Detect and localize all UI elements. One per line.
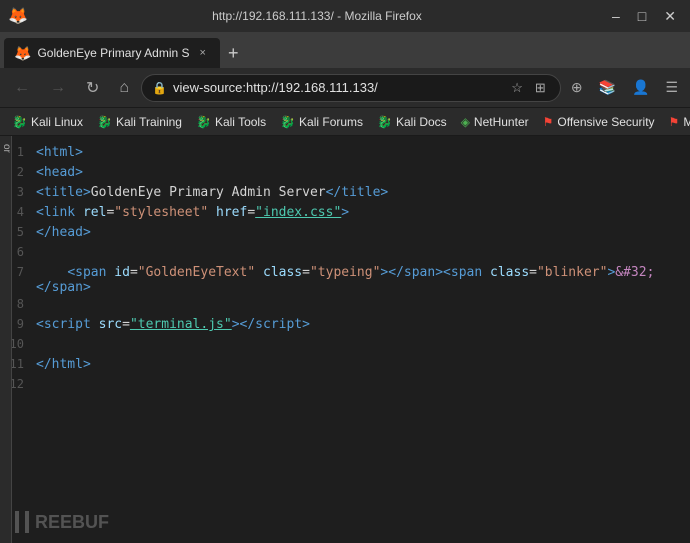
navbar: ← → ↻ ⌂ 🔒 view-source:http://192.168.111…: [0, 68, 690, 108]
source-line: 7 <span id="GoldenEyeText" class="typein…: [0, 264, 690, 296]
nethunter-icon: ◈: [461, 115, 470, 129]
kali-tools-icon: 🐉: [196, 115, 211, 129]
line-content: </html>: [36, 357, 690, 372]
active-tab[interactable]: 🦊 GoldenEye Primary Admin S ×: [4, 38, 220, 68]
freebuf-logo-text: REEBUF: [35, 512, 109, 533]
bookmark-kali-forums[interactable]: 🐉 Kali Forums: [274, 113, 369, 131]
bookmark-offensive-security-label: Offensive Security: [557, 115, 654, 129]
bookmark-msfu-label: MSFU: [683, 115, 690, 129]
close-button[interactable]: ✕: [658, 6, 682, 27]
url-text: view-source:http://192.168.111.133/: [173, 80, 501, 95]
source-line: 9<script src="terminal.js"></script>: [0, 316, 690, 336]
refresh-button[interactable]: ↻: [78, 74, 107, 102]
bookmark-kali-linux-label: Kali Linux: [31, 115, 83, 129]
kali-forums-icon: 🐉: [280, 115, 295, 129]
tabbar: 🦊 GoldenEye Primary Admin S × +: [0, 32, 690, 68]
source-line: 2<head>: [0, 164, 690, 184]
source-line: 3<title>GoldenEye Primary Admin Server</…: [0, 184, 690, 204]
offensive-security-icon: ⚑: [543, 115, 554, 129]
maximize-button[interactable]: □: [632, 6, 652, 26]
source-line: 6: [0, 244, 690, 264]
forward-button[interactable]: →: [42, 75, 74, 101]
kali-docs-icon: 🐉: [377, 115, 392, 129]
lock-icon: 🔒: [152, 81, 167, 95]
firefox-icon: 🦊: [8, 6, 28, 26]
source-line: 8: [0, 296, 690, 316]
nav-right-buttons: ⊕ 📚 👤 ☰: [565, 75, 684, 100]
source-line: 1<html>: [0, 144, 690, 164]
bookmark-kali-training-label: Kali Training: [116, 115, 182, 129]
back-button[interactable]: ←: [6, 75, 38, 101]
url-actions: ☆ ⊞: [507, 78, 550, 98]
bookmark-kali-docs[interactable]: 🐉 Kali Docs: [371, 113, 453, 131]
titlebar: 🦊 http://192.168.111.133/ - Mozilla Fire…: [0, 0, 690, 32]
bookmark-kali-training[interactable]: 🐉 Kali Training: [91, 113, 188, 131]
tab-close-button[interactable]: ×: [196, 45, 210, 61]
window-controls[interactable]: – □ ✕: [606, 6, 682, 27]
freebuf-bar: [15, 511, 19, 533]
source-line: 10: [0, 336, 690, 356]
bookmarks-bar: 🐉 Kali Linux 🐉 Kali Training 🐉 Kali Tool…: [0, 108, 690, 136]
minimize-button[interactable]: –: [606, 6, 626, 26]
bookmark-kali-tools-label: Kali Tools: [215, 115, 266, 129]
bookmark-kali-docs-label: Kali Docs: [396, 115, 447, 129]
home-button[interactable]: ⌂: [111, 75, 137, 101]
line-content: <head>: [36, 165, 690, 180]
source-line: 12: [0, 376, 690, 396]
kali-linux-icon: 🐉: [12, 115, 27, 129]
bookmark-kali-linux[interactable]: 🐉 Kali Linux: [6, 113, 89, 131]
window-title: http://192.168.111.133/ - Mozilla Firefo…: [28, 9, 606, 23]
msfu-icon: ⚑: [669, 115, 680, 129]
reader-view-icon[interactable]: ⊞: [531, 78, 550, 98]
line-content: <html>: [36, 145, 690, 160]
sidebar-text: or: [0, 136, 13, 161]
bookmark-msfu[interactable]: ⚑ MSFU: [663, 113, 690, 131]
line-content: <title>GoldenEye Primary Admin Server</t…: [36, 185, 690, 200]
source-line: 4<link rel="stylesheet" href="index.css"…: [0, 204, 690, 224]
library-icon[interactable]: 📚: [593, 75, 622, 100]
source-view[interactable]: 1<html>2<head>3<title>GoldenEye Primary …: [0, 136, 690, 543]
freebuf-watermark: REEBUF: [15, 511, 109, 533]
line-content: <link rel="stylesheet" href="index.css">: [36, 205, 690, 220]
bookmark-nethunter[interactable]: ◈ NetHunter: [455, 113, 535, 131]
line-content: <span id="GoldenEyeText" class="typeing"…: [36, 265, 690, 295]
extensions-icon[interactable]: ⊕: [565, 75, 589, 100]
line-content: <script src="terminal.js"></script>: [36, 317, 690, 332]
source-line: 11</html>: [0, 356, 690, 376]
new-tab-button[interactable]: +: [220, 38, 247, 68]
bookmark-nethunter-label: NetHunter: [474, 115, 529, 129]
bookmark-star-icon[interactable]: ☆: [507, 78, 527, 98]
line-content: </head>: [36, 225, 690, 240]
source-line: 5</head>: [0, 224, 690, 244]
left-sidebar: or: [0, 136, 12, 543]
tab-label: GoldenEye Primary Admin S: [37, 46, 189, 60]
bookmark-offensive-security[interactable]: ⚑ Offensive Security: [537, 113, 661, 131]
bookmark-kali-forums-label: Kali Forums: [299, 115, 363, 129]
bookmark-kali-tools[interactable]: 🐉 Kali Tools: [190, 113, 272, 131]
kali-training-icon: 🐉: [97, 115, 112, 129]
url-bar[interactable]: 🔒 view-source:http://192.168.111.133/ ☆ …: [141, 74, 561, 102]
sync-icon[interactable]: 👤: [626, 75, 655, 100]
menu-icon[interactable]: ☰: [659, 75, 684, 100]
tab-favicon: 🦊: [14, 45, 31, 62]
freebuf-bar2: [25, 511, 29, 533]
